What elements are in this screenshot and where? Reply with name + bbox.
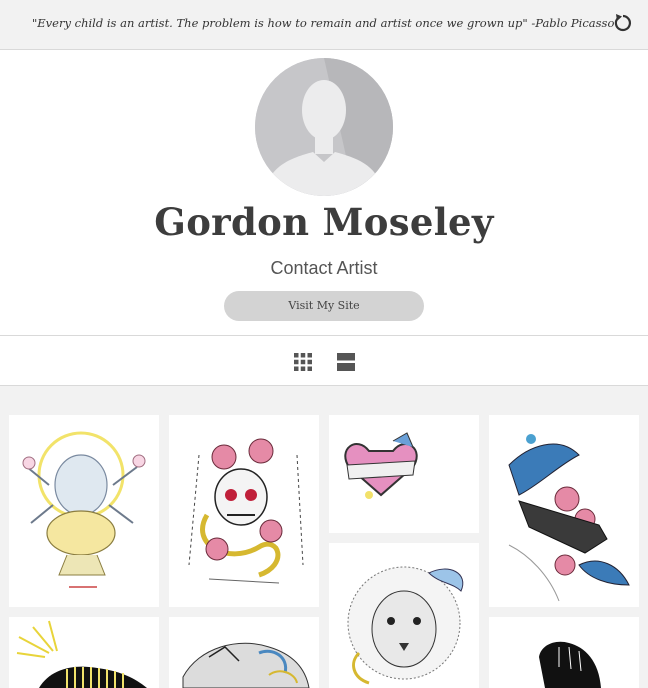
artwork-tile-feline[interactable] — [169, 617, 319, 688]
artwork-tile-swallows[interactable] — [489, 415, 639, 607]
artwork-tile-hand[interactable] — [489, 617, 639, 688]
artwork-tile-ganesha[interactable] — [9, 415, 159, 607]
heart-banner-artwork-image — [344, 432, 418, 499]
artwork-tile-heart[interactable] — [329, 415, 479, 533]
refresh-icon[interactable] — [612, 12, 634, 34]
sunburst-artwork-image — [16, 620, 147, 688]
skull-roses-artwork-image — [188, 438, 304, 584]
hand-artwork-image — [539, 641, 601, 688]
artwork-tile-sunburst[interactable] — [9, 617, 159, 688]
view-toggle-bar — [0, 336, 648, 386]
artwork-tile-skull-roses[interactable] — [169, 415, 319, 607]
feline-artwork-image — [182, 642, 310, 688]
ganesha-artwork-image — [22, 431, 146, 588]
swallows-revolver-artwork-image — [508, 434, 630, 602]
artist-quote: "Every child is an artist. The problem i… — [32, 16, 615, 30]
default-avatar-icon — [255, 58, 393, 196]
avatar — [255, 58, 393, 196]
quote-bar: "Every child is an artist. The problem i… — [0, 0, 648, 50]
contact-artist-link[interactable]: Contact Artist — [0, 258, 648, 279]
artwork-tile-lion[interactable] — [329, 543, 479, 688]
profile-header: Gordon Moseley Contact Artist Visit My S… — [0, 50, 648, 336]
visit-site-button[interactable]: Visit My Site — [224, 291, 424, 321]
list-view-icon[interactable] — [337, 353, 355, 371]
grid-view-icon[interactable] — [294, 353, 312, 371]
lion-artwork-image — [347, 566, 464, 685]
artist-name: Gordon Moseley — [154, 200, 494, 244]
